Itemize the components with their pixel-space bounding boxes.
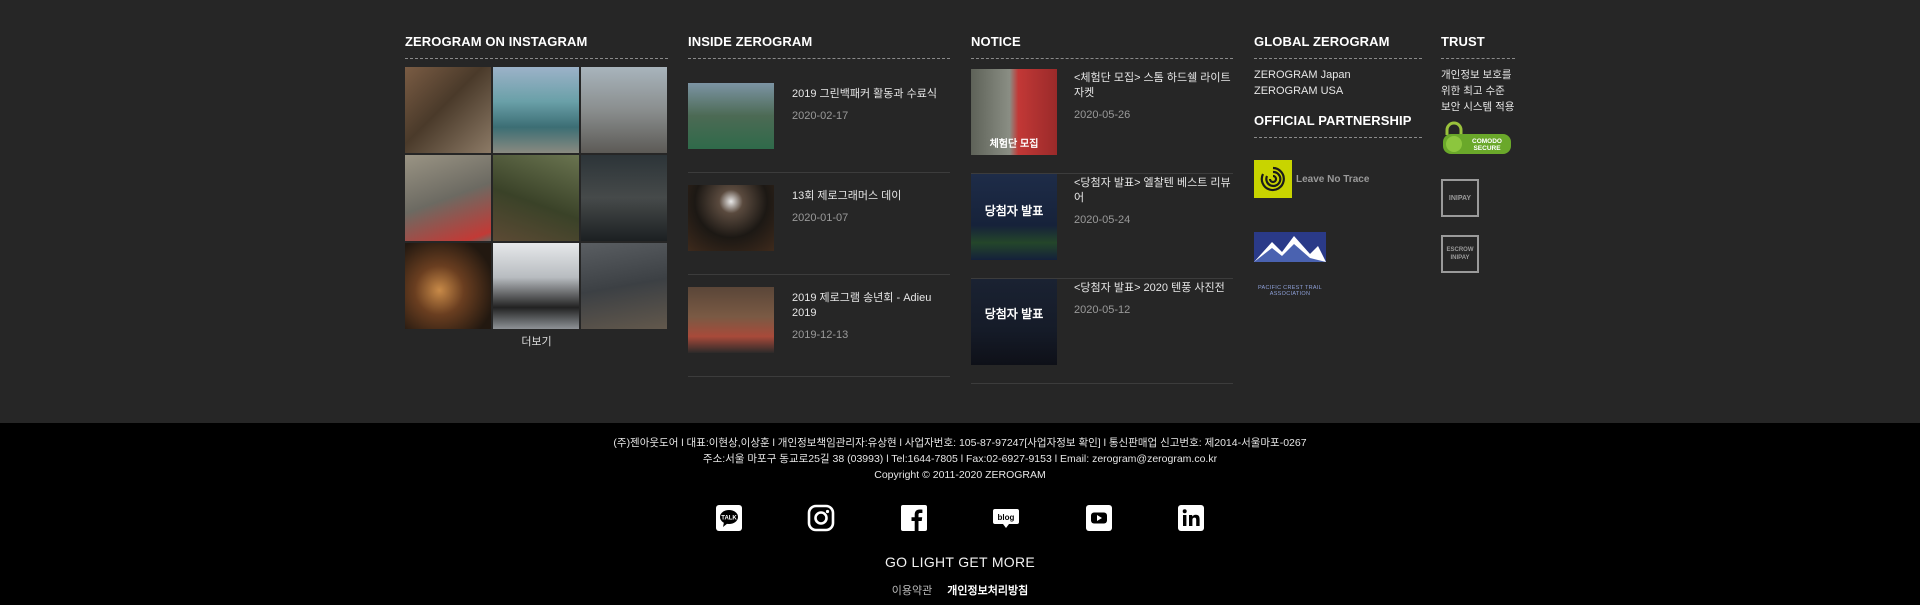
trust-column: TRUST 개인정보 보호를 위한 최고 수준 보안 시스템 적용 COMODO… bbox=[1441, 34, 1515, 273]
footer-info-section: ZEROGRAM ON INSTAGRAM 더보기 INSIDE ZEROGRA… bbox=[0, 0, 1920, 423]
news-date: 2020-02-17 bbox=[792, 110, 849, 122]
copyright: Copyright © 2011-2020 ZEROGRAM bbox=[874, 469, 1046, 481]
notice-column: NOTICE 체험단 모집 <체험단 모집> 스톰 하드쉘 라이트 자켓 202… bbox=[971, 34, 1233, 384]
leave-no-trace-text: Leave No Trace bbox=[1296, 173, 1370, 185]
leave-no-trace-logo[interactable]: Leave No Trace bbox=[1254, 160, 1422, 198]
group-hikers-photo[interactable] bbox=[493, 67, 579, 153]
footer-bottom: (주)젠아웃도어 l 대표:이현상,이상훈 l 개인정보책임관리자:유상현 l … bbox=[0, 423, 1920, 605]
news-title: 2019 그린백패커 활동과 수료식 bbox=[792, 88, 937, 100]
notice-thumbnail: 체험단 모집 bbox=[971, 69, 1057, 155]
notice-thumbnail: 당첨자 발표 bbox=[971, 174, 1057, 260]
linkedin-icon[interactable] bbox=[1177, 504, 1205, 532]
terms-link[interactable]: 이용약관 bbox=[892, 585, 932, 597]
tent-light-photo[interactable] bbox=[405, 243, 491, 329]
news-date: 2019-12-13 bbox=[792, 329, 849, 341]
notice-date: 2020-05-12 bbox=[1074, 304, 1131, 316]
escrow-inipay-badge[interactable]: ESCROW INIPAY bbox=[1441, 235, 1479, 273]
instagram-column: ZEROGRAM ON INSTAGRAM 더보기 bbox=[405, 34, 668, 349]
partnership-title: OFFICIAL PARTNERSHIP bbox=[1254, 113, 1422, 138]
leave-no-trace-icon bbox=[1254, 160, 1292, 198]
notice-date: 2020-05-24 bbox=[1074, 214, 1131, 226]
notice-item[interactable]: 당첨자 발표 <당첨자 발표> 2020 텐풍 사진전 2020-05-12 bbox=[971, 279, 1233, 384]
hiker-portrait-photo[interactable] bbox=[493, 243, 579, 329]
instagram-title: ZEROGRAM ON INSTAGRAM bbox=[405, 34, 668, 59]
slogan: GO LIGHT GET MORE bbox=[884, 554, 1036, 570]
kakaotalk-icon[interactable]: TALK bbox=[715, 504, 743, 532]
notice-item[interactable]: 체험단 모집 <체험단 모집> 스톰 하드쉘 라이트 자켓 2020-05-26 bbox=[971, 69, 1233, 174]
landscape-photo[interactable] bbox=[581, 243, 667, 329]
notice-thumbnail: 당첨자 발표 bbox=[971, 279, 1057, 365]
news-title: 2019 제로그램 송년회 - Adieu 2019 bbox=[792, 292, 932, 319]
forest-hikers-photo[interactable] bbox=[405, 67, 491, 153]
instagram-grid bbox=[405, 67, 668, 329]
instagram-more-link[interactable]: 더보기 bbox=[405, 333, 668, 349]
company-line-1: (주)젠아웃도어 l 대표:이현상,이상훈 l 개인정보책임관리자:유상현 l … bbox=[613, 437, 1307, 449]
global-column: GLOBAL ZEROGRAM ZEROGRAM Japan ZEROGRAM … bbox=[1254, 34, 1422, 297]
svg-text:blog: blog bbox=[998, 513, 1015, 522]
news-thumbnail bbox=[688, 185, 774, 251]
news-thumbnail bbox=[688, 83, 774, 149]
blog-icon[interactable]: blog bbox=[992, 504, 1020, 532]
notice-item[interactable]: 당첨자 발표 <당첨자 발표> 엘찰텐 베스트 리뷰어 2020-05-24 bbox=[971, 174, 1233, 279]
trust-description: 개인정보 보호를 위한 최고 수준 보안 시스템 적용 bbox=[1441, 69, 1515, 113]
social-links: TALK blog bbox=[715, 504, 1205, 532]
notice-item-title: <당첨자 발표> 엘찰텐 베스트 리뷰어 bbox=[1074, 177, 1231, 204]
pacific-crest-trail-text: PACIFIC CREST TRAIL ASSOCIATION bbox=[1257, 285, 1323, 297]
pacific-crest-trail-logo[interactable]: PACIFIC CREST TRAIL ASSOCIATION bbox=[1254, 232, 1422, 297]
facebook-icon[interactable] bbox=[900, 504, 928, 532]
instagram-icon[interactable] bbox=[807, 504, 835, 532]
privacy-policy-link[interactable]: 개인정보처리방침 bbox=[947, 585, 1028, 597]
news-item[interactable]: 13회 제로그래머스 데이 2020-01-07 bbox=[688, 173, 950, 275]
escrow-inipay-text: ESCROW INIPAY bbox=[1446, 247, 1474, 261]
inside-title: INSIDE ZEROGRAM bbox=[688, 34, 950, 59]
news-title: 13회 제로그래머스 데이 bbox=[792, 190, 902, 202]
inipay-text: INIPAY bbox=[1448, 194, 1472, 202]
company-line-2: 주소:서울 마포구 동교로25길 38 (03993) l Tel:1644-7… bbox=[702, 453, 1218, 465]
pacific-crest-trail-icon bbox=[1254, 232, 1326, 262]
news-item[interactable]: 2019 제로그램 송년회 - Adieu 2019 2019-12-13 bbox=[688, 275, 950, 377]
news-thumbnail bbox=[688, 287, 774, 353]
comodo-secure-text: COMODO SECURE bbox=[1472, 138, 1502, 152]
comodo-secure-badge[interactable]: COMODO SECURE bbox=[1441, 121, 1513, 155]
notice-badge: 체험단 모집 bbox=[989, 139, 1039, 150]
zerogram-japan-link[interactable]: ZEROGRAM Japan bbox=[1254, 67, 1422, 83]
company-info: (주)젠아웃도어 l 대표:이현상,이상훈 l 개인정보책임관리자:유상현 l … bbox=[0, 435, 1920, 483]
notice-badge: 당첨자 발표 bbox=[984, 307, 1044, 321]
legs-walking-photo[interactable] bbox=[405, 155, 491, 241]
woods-photo[interactable] bbox=[493, 155, 579, 241]
news-item[interactable]: 2019 그린백패커 활동과 수료식 2020-02-17 bbox=[688, 71, 950, 173]
notice-date: 2020-05-26 bbox=[1074, 109, 1131, 121]
inipay-badge[interactable]: INIPAY bbox=[1441, 179, 1479, 217]
notice-item-title: <당첨자 발표> 2020 텐풍 사진전 bbox=[1074, 282, 1225, 294]
notice-item-title: <체험단 모집> 스톰 하드쉘 라이트 자켓 bbox=[1074, 72, 1231, 99]
trust-title: TRUST bbox=[1441, 34, 1515, 59]
news-date: 2020-01-07 bbox=[792, 212, 849, 224]
notice-title: NOTICE bbox=[971, 34, 1233, 59]
notice-badge: 당첨자 발표 bbox=[984, 204, 1044, 218]
youtube-icon[interactable] bbox=[1085, 504, 1113, 532]
policy-links: 이용약관 개인정보처리방침 bbox=[0, 582, 1920, 598]
zerogram-usa-link[interactable]: ZEROGRAM USA bbox=[1254, 83, 1422, 99]
inside-column: INSIDE ZEROGRAM 2019 그린백패커 활동과 수료식 2020-… bbox=[688, 34, 950, 377]
car-camping-photo[interactable] bbox=[581, 155, 667, 241]
svg-text:TALK: TALK bbox=[721, 516, 737, 522]
couple-walking-photo[interactable] bbox=[581, 67, 667, 153]
global-title: GLOBAL ZEROGRAM bbox=[1254, 34, 1422, 59]
